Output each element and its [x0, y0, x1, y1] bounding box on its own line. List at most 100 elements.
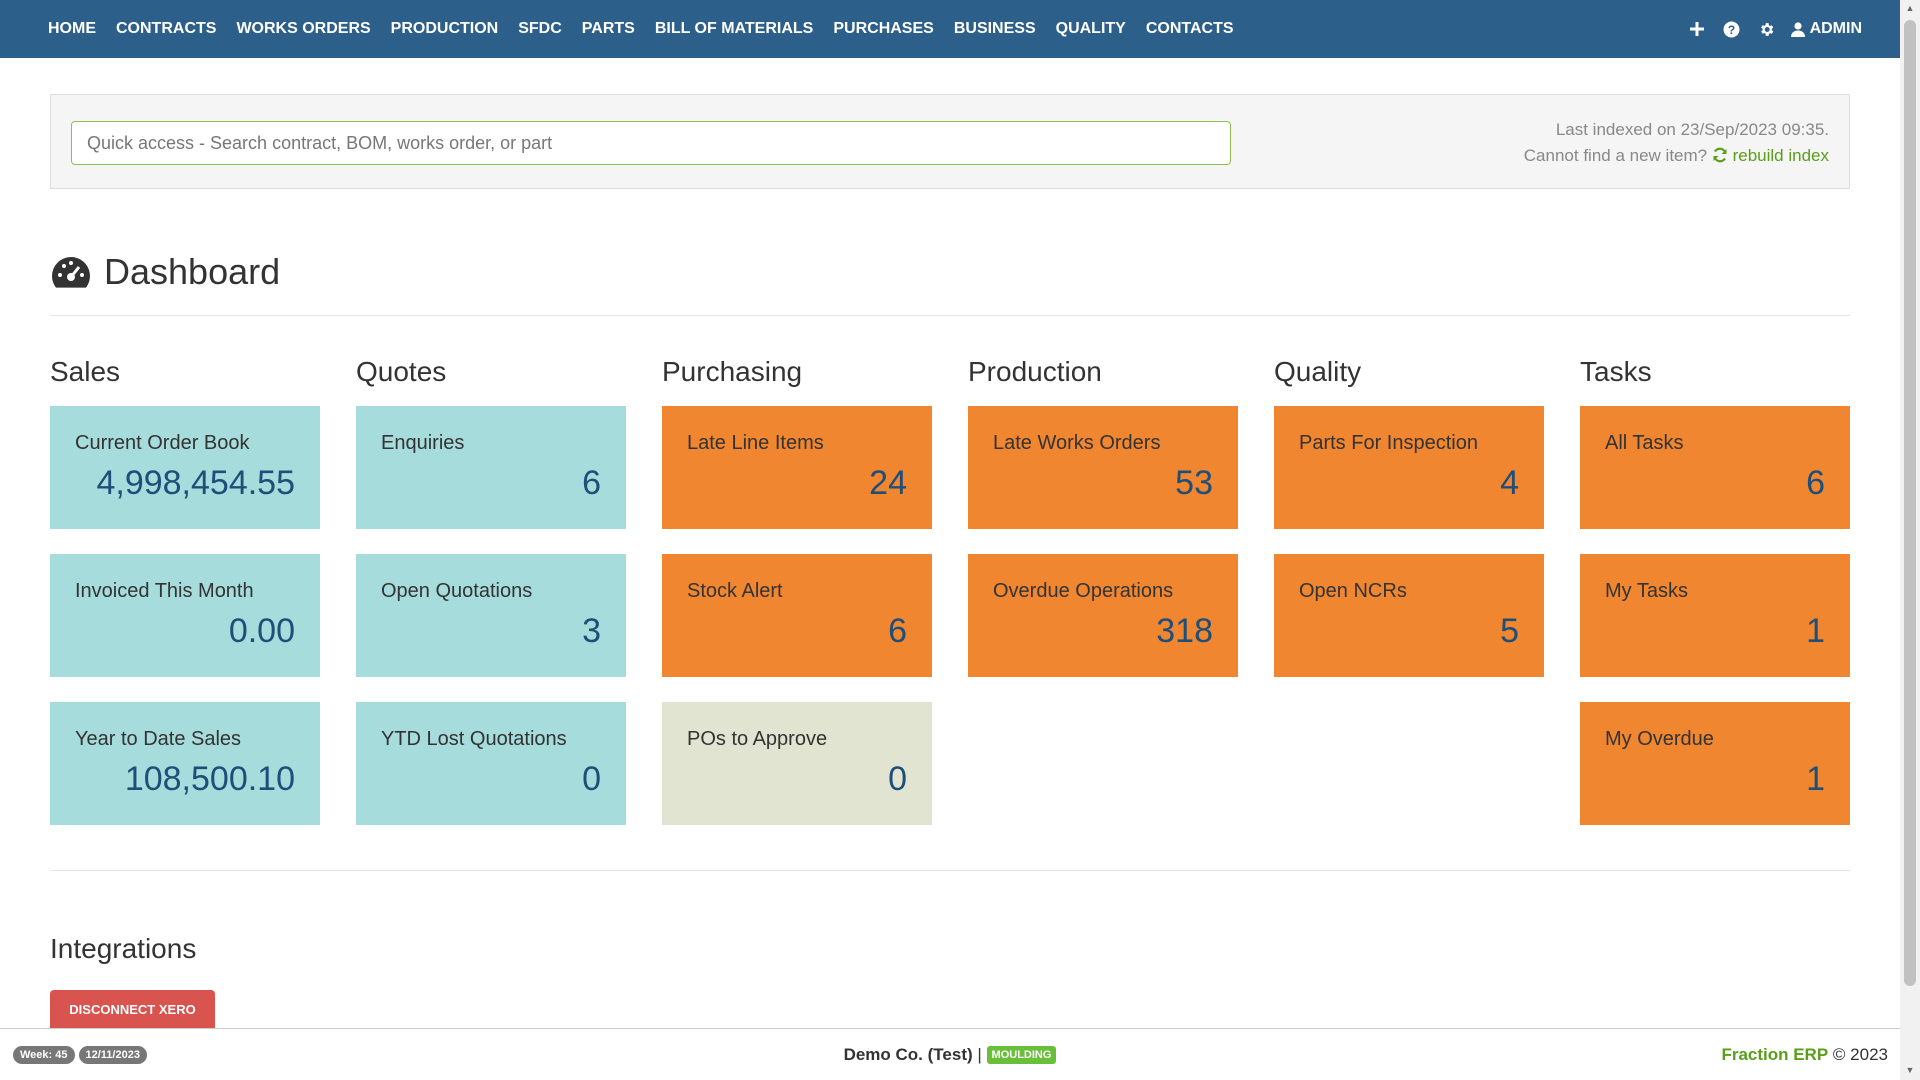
nav-contacts[interactable]: CONTACTS — [1136, 20, 1244, 38]
tile-value: 6 — [888, 612, 907, 650]
quick-access-panel: Last indexed on 23/Sep/2023 09:35. Canno… — [50, 94, 1850, 189]
tile-value: 0.00 — [228, 612, 295, 650]
tile-value: 318 — [1156, 612, 1213, 650]
refresh-icon — [1713, 147, 1727, 163]
footer-brand: Fraction ERP © 2023 — [1721, 1045, 1888, 1065]
dashboard-tile-enquiries[interactable]: Enquiries 6 — [356, 406, 626, 529]
nav-actions: ? ADMIN — [1671, 0, 1900, 58]
tile-value: 4,998,454.55 — [96, 464, 295, 502]
tile-value: 108,500.10 — [124, 760, 295, 798]
tile-label: My Tasks — [1605, 580, 1688, 602]
dashboard-tile-parts-for-inspection[interactable]: Parts For Inspection 4 — [1274, 406, 1544, 529]
tile-label: Stock Alert — [687, 580, 783, 602]
dashboard-column-sales: Sales Current Order Book 4,998,454.55 Invoi… — [50, 356, 320, 850]
top-navbar: HOME CONTRACTS WORKS ORDERS PRODUCTION S… — [0, 0, 1900, 58]
dashboard-column-purchasing: Purchasing Late Line Items 24 Stock Alert 6 P… — [662, 356, 932, 850]
dashboard-tile-stock-alert[interactable]: Stock Alert 6 — [662, 554, 932, 677]
nav-home[interactable]: HOME — [38, 20, 106, 38]
dashboard-tile-ytd-lost-quotations[interactable]: YTD Lost Quotations 0 — [356, 702, 626, 825]
column-title: Production — [968, 356, 1102, 387]
user-icon — [1790, 21, 1805, 37]
dashboard-tile-overdue-operations[interactable]: Overdue Operations 318 — [968, 554, 1238, 677]
tile-value: 4 — [1500, 464, 1519, 502]
nav-works-orders[interactable]: WORKS ORDERS — [226, 20, 380, 38]
copyright-text: © 2023 — [1832, 1045, 1888, 1064]
tile-value: 1 — [1806, 612, 1825, 650]
column-title: Sales — [50, 356, 121, 387]
nav-bill-of-materials[interactable]: BILL OF MATERIALS — [645, 20, 824, 38]
disconnect-xero-button[interactable]: DISCONNECT XERO — [50, 990, 215, 1028]
scroll-thumb[interactable] — [1904, 20, 1916, 986]
dashboard-column-production: Production Late Works Orders 53 Overdue Ope… — [968, 356, 1238, 850]
tile-label: Open Quotations — [381, 580, 533, 602]
column-title: Quotes — [356, 356, 447, 387]
dashboard-title: Dashboard — [104, 251, 281, 292]
dashboard-tile-year-to-date-sales[interactable]: Year to Date Sales 108,500.10 — [50, 702, 320, 825]
rebuild-index-link[interactable]: rebuild index — [1712, 146, 1829, 165]
integrations-title: Integrations — [50, 933, 197, 964]
nav-contracts[interactable]: CONTRACTS — [106, 20, 226, 38]
main-content: Last indexed on 23/Sep/2023 09:35. Canno… — [50, 58, 1850, 1028]
cannot-find-text: Cannot find a new item? — [1523, 146, 1708, 165]
tile-label: Current Order Book — [75, 432, 250, 454]
tile-label: Late Line Items — [687, 432, 824, 454]
nav-production[interactable]: PRODUCTION — [381, 20, 509, 38]
divider — [50, 315, 1850, 316]
tile-value: 53 — [1175, 464, 1213, 502]
dashboard-tile-my-tasks[interactable]: My Tasks 1 — [1580, 554, 1850, 677]
tile-value: 0 — [888, 760, 907, 798]
company-name: Demo Co. (Test) — [843, 1045, 973, 1064]
main-menu: HOME CONTRACTS WORKS ORDERS PRODUCTION S… — [0, 0, 1244, 58]
rebuild-row: Cannot find a new item? rebuild index — [1524, 143, 1829, 169]
dashboard-tile-open-ncrs[interactable]: Open NCRs 5 — [1274, 554, 1544, 677]
help-icon[interactable]: ? — [1723, 21, 1740, 38]
tile-value: 5 — [1500, 612, 1519, 650]
column-title: Tasks — [1580, 356, 1652, 387]
dashboard-tile-late-works-orders[interactable]: Late Works Orders 53 — [968, 406, 1238, 529]
nav-purchases[interactable]: PURCHASES — [823, 20, 943, 38]
tile-label: Overdue Operations — [993, 580, 1174, 602]
dashboard-columns: Sales Current Order Book 4,998,454.55 Invoi… — [50, 356, 1850, 850]
tile-label: My Overdue — [1605, 728, 1714, 750]
page-scrollbar[interactable]: ▲ ▼ — [1900, 0, 1920, 1080]
dashboard-column-quality: Quality Parts For Inspection 4 Open NCRs 5 — [1274, 356, 1544, 850]
dashboard-column-tasks: Tasks All Tasks 6 My Tasks 1 My Overdue 1 — [1580, 356, 1850, 850]
tile-value: 3 — [582, 612, 601, 650]
tile-label: POs to Approve — [687, 728, 828, 750]
dashboard-tile-all-tasks[interactable]: All Tasks 6 — [1580, 406, 1850, 529]
tile-label: Late Works Orders — [993, 432, 1161, 454]
column-title: Quality — [1274, 356, 1362, 387]
tile-label: Year to Date Sales — [75, 728, 242, 750]
nav-sfdc[interactable]: SFDC — [508, 20, 572, 38]
dashboard-tile-invoiced-this-month[interactable]: Invoiced This Month 0.00 — [50, 554, 320, 677]
company-info: Demo Co. (Test) | MOULDING — [0, 1045, 1900, 1065]
user-menu[interactable]: ADMIN — [1790, 20, 1862, 38]
gear-icon[interactable] — [1758, 21, 1775, 38]
tile-value: 6 — [1806, 464, 1825, 502]
dashboard-tile-open-quotations[interactable]: Open Quotations 3 — [356, 554, 626, 677]
tile-value: 24 — [869, 464, 907, 502]
tile-label: YTD Lost Quotations — [381, 728, 567, 750]
dashboard-tile-my-overdue[interactable]: My Overdue 1 — [1580, 702, 1850, 825]
scroll-up-icon[interactable]: ▲ — [1900, 0, 1920, 16]
nav-quality[interactable]: QUALITY — [1046, 20, 1136, 38]
tile-label: Enquiries — [381, 432, 465, 454]
moulding-tag: MOULDING — [986, 1046, 1057, 1064]
dashboard-tile-current-order-book[interactable]: Current Order Book 4,998,454.55 — [50, 406, 320, 529]
company-separator: | — [977, 1045, 982, 1064]
tile-label: Parts For Inspection — [1299, 432, 1478, 454]
dashboard-column-quotes: Quotes Enquiries 6 Open Quotations 3 YTD Lost… — [356, 356, 626, 850]
scroll-down-icon[interactable]: ▼ — [1900, 1062, 1920, 1078]
user-name: ADMIN — [1809, 20, 1862, 37]
quick-access-search-input[interactable] — [71, 121, 1231, 165]
footer: Week: 45 12/11/2023 Demo Co. (Test) | MO… — [0, 1028, 1900, 1080]
tile-label: All Tasks — [1605, 432, 1684, 454]
brand-link[interactable]: Fraction ERP — [1721, 1045, 1828, 1064]
dashboard-tile-pos-to-approve[interactable]: POs to Approve 0 — [662, 702, 932, 825]
nav-parts[interactable]: PARTS — [572, 20, 645, 38]
dashboard-tile-late-line-items[interactable]: Late Line Items 24 — [662, 406, 932, 529]
last-indexed-text: Last indexed on 23/Sep/2023 09:35. — [1555, 120, 1829, 139]
nav-business[interactable]: BUSINESS — [944, 20, 1046, 38]
divider — [50, 870, 1850, 871]
plus-icon[interactable] — [1689, 21, 1705, 37]
